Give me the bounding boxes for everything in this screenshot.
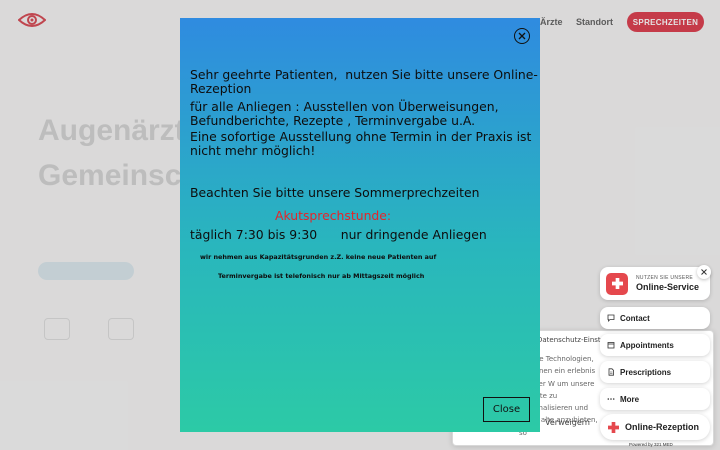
- modal-close-icon[interactable]: [514, 28, 530, 44]
- more-dots-icon: [607, 398, 615, 400]
- medical-cross-icon: [606, 272, 628, 295]
- powered-by-text: Powered by 321 MED: [629, 442, 673, 447]
- widget-contact-button[interactable]: Contact: [600, 307, 710, 329]
- widget-more-button[interactable]: More: [600, 388, 710, 410]
- widget-appointments-label: Appointments: [620, 340, 674, 350]
- cookie-title: Datenschutz-Einst: [537, 336, 601, 344]
- acute-hours-text: täglich 7:30 bis 9:30 nur dringende Anli…: [190, 227, 487, 242]
- widget-contact-label: Contact: [620, 313, 650, 323]
- widget-prescriptions-label: Prescriptions: [620, 367, 672, 377]
- online-service-card[interactable]: NUTZEN SIE UNSERE Online-Service: [600, 267, 710, 300]
- document-icon: [608, 368, 614, 376]
- notice-line-no-walkin: Eine sofortige Ausstellung ohne Termin i…: [190, 129, 532, 158]
- online-rezeption-label: Online-Rezeption: [625, 422, 699, 432]
- online-service-kicker: NUTZEN SIE UNSERE: [636, 275, 694, 281]
- widget-prescriptions-button[interactable]: Prescriptions: [600, 361, 710, 383]
- cookie-deny-button[interactable]: Verweigern: [545, 418, 590, 427]
- notice-no-new-patients: wir nehmen aus Kapazitätsgrunden z.Z. ke…: [200, 253, 437, 261]
- notice-line-online-reception: Sehr geehrte Patienten, nutzen Sie bitte…: [190, 67, 538, 96]
- widget-more-label: More: [620, 394, 640, 404]
- modal-close-button[interactable]: Close: [483, 397, 530, 422]
- online-service-title: Online-Service: [636, 282, 700, 292]
- widget-appointments-button[interactable]: Appointments: [600, 334, 710, 356]
- acute-hours-label: Akutsprechstunde:: [275, 208, 392, 223]
- medical-cross-icon: [608, 421, 619, 433]
- notice-line-summer-hours: Beachten Sie bitte unsere Sommerprechzei…: [190, 185, 480, 200]
- chat-icon: [607, 314, 615, 322]
- calendar-icon: [607, 342, 615, 349]
- notice-line-services: für alle Anliegen : Ausstellen von Überw…: [190, 99, 499, 128]
- widget-close-icon[interactable]: [697, 265, 711, 279]
- online-rezeption-button[interactable]: Online-Rezeption: [600, 414, 710, 440]
- notice-phone-appointments: Terminvergabe ist telefonisch nur ab Mit…: [218, 272, 425, 280]
